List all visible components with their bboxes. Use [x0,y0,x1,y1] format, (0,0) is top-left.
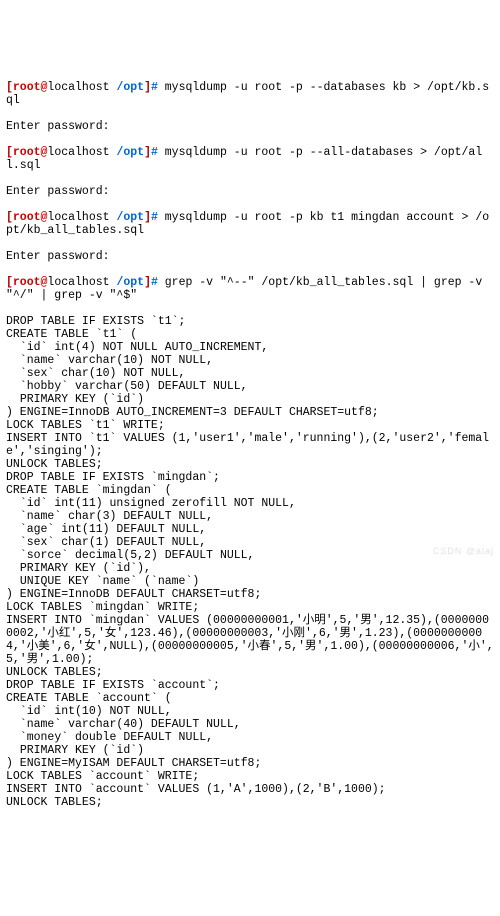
user: root [13,276,41,289]
output-line: PRIMARY KEY (`id`) [6,744,494,757]
output-line: INSERT INTO `account` VALUES (1,'A',1000… [6,783,494,796]
prompt-line-2[interactable]: [root@localhost /opt]# mysqldump -u root… [6,146,494,172]
output-line: `name` varchar(10) NOT NULL, [6,354,494,367]
bracket-close: ] [144,81,151,94]
bracket-close: ] [144,276,151,289]
output-line: `money` double DEFAULT NULL, [6,731,494,744]
bracket-open: [ [6,146,13,159]
bracket-close: ] [144,146,151,159]
output-line: UNLOCK TABLES; [6,458,494,471]
output-line: `sorce` decimal(5,2) DEFAULT NULL, [6,549,494,562]
hash-sign: # [151,146,158,159]
bracket-open: [ [6,211,13,224]
output-line: `id` int(10) NOT NULL, [6,705,494,718]
output-line: ) ENGINE=MyISAM DEFAULT CHARSET=utf8; [6,757,494,770]
hash-sign: # [151,81,158,94]
user: root [13,146,41,159]
output-line: DROP TABLE IF EXISTS `t1`; [6,315,494,328]
output-line: `id` int(11) unsigned zerofill NOT NULL, [6,497,494,510]
host: localhost [47,276,109,289]
prompt-line-4[interactable]: [root@localhost /opt]# grep -v "^--" /op… [6,276,494,302]
host: localhost [47,81,109,94]
output-line: CREATE TABLE `mingdan` ( [6,484,494,497]
bracket-close: ] [144,211,151,224]
output-line: UNLOCK TABLES; [6,666,494,679]
cwd: /opt [116,211,144,224]
prompt-line-3[interactable]: [root@localhost /opt]# mysqldump -u root… [6,211,494,237]
output-line: LOCK TABLES `account` WRITE; [6,770,494,783]
output-line: ) ENGINE=InnoDB DEFAULT CHARSET=utf8; [6,588,494,601]
user: root [13,211,41,224]
output-line: DROP TABLE IF EXISTS `mingdan`; [6,471,494,484]
cwd: /opt [116,276,144,289]
output-line: Enter password: [6,250,494,263]
prompt-line-1[interactable]: [root@localhost /opt]# mysqldump -u root… [6,81,494,107]
output-line: `id` int(4) NOT NULL AUTO_INCREMENT, [6,341,494,354]
output-line: PRIMARY KEY (`id`) [6,393,494,406]
cwd: /opt [116,81,144,94]
output-line: `age` int(11) DEFAULT NULL, [6,523,494,536]
output-line: CREATE TABLE `account` ( [6,692,494,705]
output-line: UNLOCK TABLES; [6,796,494,809]
output-line: DROP TABLE IF EXISTS `account`; [6,679,494,692]
output-line: PRIMARY KEY (`id`), [6,562,494,575]
output-line: UNIQUE KEY `name` (`name`) [6,575,494,588]
output-line: LOCK TABLES `t1` WRITE; [6,419,494,432]
bracket-open: [ [6,276,13,289]
output-line: `sex` char(10) NOT NULL, [6,367,494,380]
output-line: `name` varchar(40) DEFAULT NULL, [6,718,494,731]
output-line: Enter password: [6,185,494,198]
output-line: `sex` char(1) DEFAULT NULL, [6,536,494,549]
bracket-open: [ [6,81,13,94]
output-line: CREATE TABLE `t1` ( [6,328,494,341]
host: localhost [47,211,109,224]
output-line: INSERT INTO `mingdan` VALUES (0000000000… [6,614,494,666]
user: root [13,81,41,94]
output-line: `name` char(3) DEFAULT NULL, [6,510,494,523]
terminal-output: [root@localhost /opt]# mysqldump -u root… [6,55,494,822]
sql-dump-output: DROP TABLE IF EXISTS `t1`;CREATE TABLE `… [6,315,494,809]
output-line: INSERT INTO `t1` VALUES (1,'user1','male… [6,432,494,458]
output-line: Enter password: [6,120,494,133]
watermark-text: CSDN @alaj [433,545,494,558]
cwd: /opt [116,146,144,159]
output-line: `hobby` varchar(50) DEFAULT NULL, [6,380,494,393]
hash-sign: # [151,276,158,289]
output-line: ) ENGINE=InnoDB AUTO_INCREMENT=3 DEFAULT… [6,406,494,419]
hash-sign: # [151,211,158,224]
output-line: LOCK TABLES `mingdan` WRITE; [6,601,494,614]
host: localhost [47,146,109,159]
